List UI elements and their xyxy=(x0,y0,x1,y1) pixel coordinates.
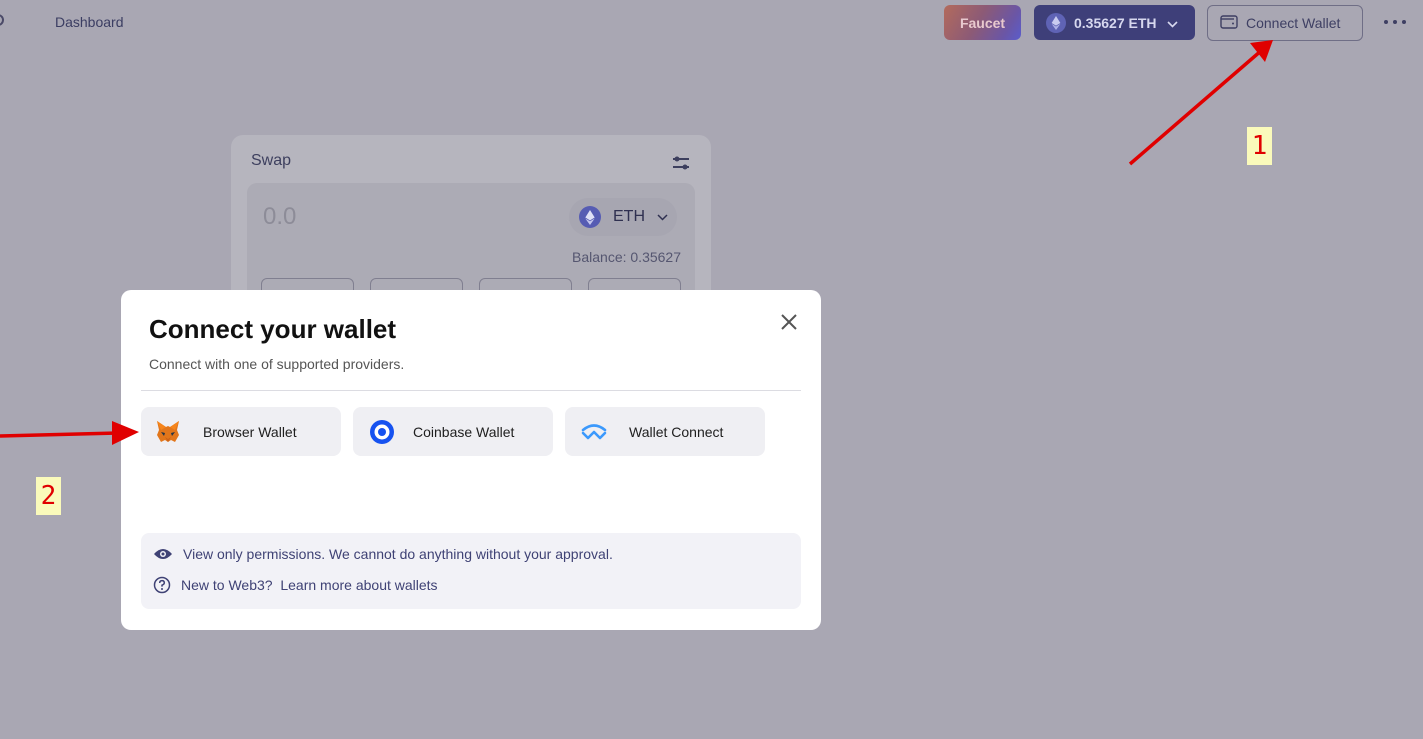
arrow-to-connect-wallet xyxy=(1128,48,1264,166)
arrow-to-browser-wallet xyxy=(0,431,119,438)
arrowhead-2 xyxy=(112,421,139,445)
annotation-arrows xyxy=(0,40,1273,445)
annotation-marker-2: 2 xyxy=(36,477,61,515)
annotation-marker-1: 1 xyxy=(1247,127,1272,165)
